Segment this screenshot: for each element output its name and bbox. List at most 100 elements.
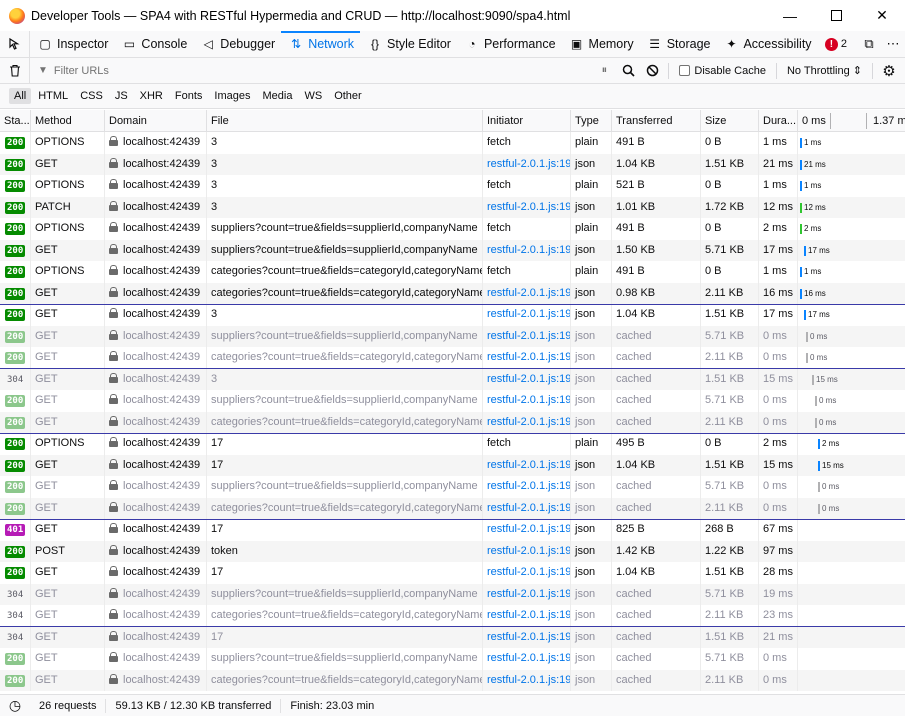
cell-initiator-text[interactable]: restful-2.0.1.js:19... (487, 330, 570, 342)
table-row[interactable]: 304 GET localhost:42439 suppliers?count=tru… (0, 583, 905, 605)
column-size[interactable]: Size (701, 110, 759, 132)
table-row[interactable]: 200 GET localhost:42439 categories?count=tr… (0, 497, 905, 519)
tab-console[interactable]: ▭ Console (114, 31, 193, 57)
table-row[interactable]: 200 GET localhost:42439 categories?count=tr… (0, 282, 905, 305)
filter-html[interactable]: HTML (33, 88, 73, 104)
table-row[interactable]: 200 GET localhost:42439 suppliers?count=tru… (0, 239, 905, 261)
filter-media[interactable]: Media (257, 88, 297, 104)
element-picker-button[interactable] (0, 31, 30, 57)
cell-initiator-text[interactable]: restful-2.0.1.js:19... (487, 480, 570, 492)
minimize-button[interactable]: — (767, 0, 813, 31)
cell-initiator-text[interactable]: restful-2.0.1.js:19... (487, 394, 570, 406)
column-initiator[interactable]: Initiator (483, 110, 571, 132)
table-row[interactable]: 200 GET localhost:42439 categories?count=tr… (0, 669, 905, 691)
cell-initiator-text[interactable]: restful-2.0.1.js:19... (487, 201, 570, 213)
cell-initiator-text[interactable]: restful-2.0.1.js:19... (487, 588, 570, 600)
tab-network[interactable]: ⇅ Network (281, 31, 360, 57)
table-row[interactable]: 200 GET localhost:42439 categories?count=tr… (0, 411, 905, 433)
waterfall-bar: 1 ms (800, 181, 821, 191)
cell-initiator-text[interactable]: restful-2.0.1.js:19... (487, 502, 570, 514)
filter-urls-input[interactable]: ▼ Filter URLs (38, 65, 618, 77)
maximize-button[interactable] (813, 0, 859, 31)
filter-images[interactable]: Images (209, 88, 255, 104)
table-row[interactable]: 200 PATCH localhost:42439 3 restful-2.0.1.js… (0, 196, 905, 218)
table-row[interactable]: 200 OPTIONS localhost:42439 3 fetch plain 521 … (0, 175, 905, 197)
table-row[interactable]: 200 GET localhost:42439 17 restful-2.0.1.js:… (0, 562, 905, 584)
table-row[interactable]: 200 OPTIONS localhost:42439 17 fetch plain 495… (0, 433, 905, 455)
network-settings-button[interactable]: ⚙ (877, 59, 901, 83)
table-row[interactable]: 200 GET localhost:42439 suppliers?count=tru… (0, 476, 905, 498)
cell-type-text: json (575, 544, 596, 557)
tab-debugger[interactable]: ◁ Debugger (193, 31, 281, 57)
filter-js[interactable]: JS (110, 88, 133, 104)
tab-style-editor[interactable]: {} Style Editor (360, 31, 457, 57)
close-button[interactable]: ✕ (859, 0, 905, 31)
table-row[interactable]: 304 GET localhost:42439 17 restful-2.0.1.js:… (0, 626, 905, 648)
more-options-button[interactable]: ⋯ (881, 32, 905, 56)
tab-storage[interactable]: ☰ Storage (640, 31, 717, 57)
column-domain[interactable]: Domain (105, 110, 207, 132)
table-row[interactable]: 200 GET localhost:42439 suppliers?count=tru… (0, 390, 905, 412)
table-row[interactable]: 304 GET localhost:42439 categories?count=tr… (0, 605, 905, 627)
table-row[interactable]: 200 GET localhost:42439 suppliers?count=tru… (0, 325, 905, 347)
column-duration[interactable]: Dura... (759, 110, 798, 132)
cell-initiator-text[interactable]: restful-2.0.1.js:19... (487, 416, 570, 428)
lock-icon (109, 566, 118, 576)
lock-icon (109, 351, 118, 361)
search-button[interactable] (616, 59, 640, 83)
cell-initiator-text[interactable]: restful-2.0.1.js:19... (487, 566, 570, 578)
table-row[interactable]: 200 GET localhost:42439 3 restful-2.0.1.js:1… (0, 304, 905, 326)
filter-all[interactable]: All (9, 88, 32, 104)
disable-cache-checkbox[interactable]: Disable Cache (679, 65, 766, 77)
cell-size-text: 1.51 KB (705, 566, 745, 578)
request-blocking-button[interactable] (640, 59, 664, 83)
filter-css[interactable]: CSS (75, 88, 108, 104)
cell-initiator-text[interactable]: restful-2.0.1.js:19... (487, 158, 570, 170)
cell-initiator-text[interactable]: restful-2.0.1.js:19... (487, 308, 570, 320)
cell-initiator-text[interactable]: restful-2.0.1.js:19... (487, 373, 570, 385)
cell-initiator-text[interactable]: restful-2.0.1.js:19... (487, 459, 570, 471)
performance-analysis-button[interactable]: ◷ (0, 697, 30, 714)
table-row[interactable]: 200 OPTIONS localhost:42439 suppliers?count… (0, 218, 905, 240)
table-row[interactable]: 200 GET localhost:42439 17 restful-2.0.1.js:… (0, 454, 905, 476)
cell-initiator-text[interactable]: restful-2.0.1.js:19... (487, 674, 570, 686)
filter-fonts[interactable]: Fonts (170, 88, 208, 104)
table-row[interactable]: 200 OPTIONS localhost:42439 3 fetch plain 491 … (0, 132, 905, 154)
cell-initiator: restful-2.0.1.js:19... (483, 605, 571, 627)
table-row[interactable]: 200 OPTIONS localhost:42439 categories?coun… (0, 261, 905, 283)
cell-initiator-text[interactable]: restful-2.0.1.js:19... (487, 287, 570, 299)
table-row[interactable]: 200 GET localhost:42439 suppliers?count=tru… (0, 648, 905, 670)
cell-initiator-text[interactable]: restful-2.0.1.js:19... (487, 609, 570, 621)
tab-memory[interactable]: ▣ Memory (562, 31, 640, 57)
cell-initiator-text[interactable]: restful-2.0.1.js:19... (487, 351, 570, 363)
cell-status: 200 (0, 476, 31, 498)
error-count-badge[interactable]: ! 2 (824, 37, 847, 51)
column-transferred[interactable]: Transferred (612, 110, 701, 132)
filter-xhr[interactable]: XHR (135, 88, 168, 104)
table-row[interactable]: 401 GET localhost:42439 17 restful-2.0.1.js:… (0, 519, 905, 541)
table-row[interactable]: 200 GET localhost:42439 3 restful-2.0.1.js:1… (0, 153, 905, 175)
cell-initiator-text[interactable]: restful-2.0.1.js:19... (487, 631, 570, 643)
column-status[interactable]: Sta... (0, 110, 31, 132)
clear-button[interactable] (0, 58, 30, 83)
dock-options-button[interactable]: ⧉ (857, 32, 881, 56)
table-row[interactable]: 200 POST localhost:42439 token restful-2.0.1… (0, 540, 905, 562)
table-row[interactable]: 304 GET localhost:42439 3 restful-2.0.1.js:1… (0, 368, 905, 390)
cell-initiator-text[interactable]: restful-2.0.1.js:19... (487, 652, 570, 664)
cell-initiator-text[interactable]: restful-2.0.1.js:19... (487, 545, 570, 557)
pause-button[interactable]: ⏸ (592, 59, 616, 83)
tab-inspector[interactable]: ▢ Inspector (30, 31, 114, 57)
throttling-select[interactable]: No Throttling ⇕ (787, 64, 862, 77)
filter-other[interactable]: Other (329, 88, 367, 104)
cell-initiator-text[interactable]: restful-2.0.1.js:19... (487, 523, 570, 535)
tab-performance[interactable]: ◔ Performance (457, 31, 562, 57)
cell-domain-text: localhost:42439 (123, 243, 201, 256)
cell-waterfall: 16 ms (798, 283, 905, 305)
filter-ws[interactable]: WS (299, 88, 327, 104)
tab-accessibility[interactable]: ✦ Accessibility (716, 31, 817, 57)
table-row[interactable]: 200 GET localhost:42439 categories?count=tr… (0, 347, 905, 369)
column-method[interactable]: Method (31, 110, 105, 132)
column-type[interactable]: Type (571, 110, 612, 132)
cell-initiator-text[interactable]: restful-2.0.1.js:19... (487, 244, 570, 256)
column-file[interactable]: File (207, 110, 483, 132)
